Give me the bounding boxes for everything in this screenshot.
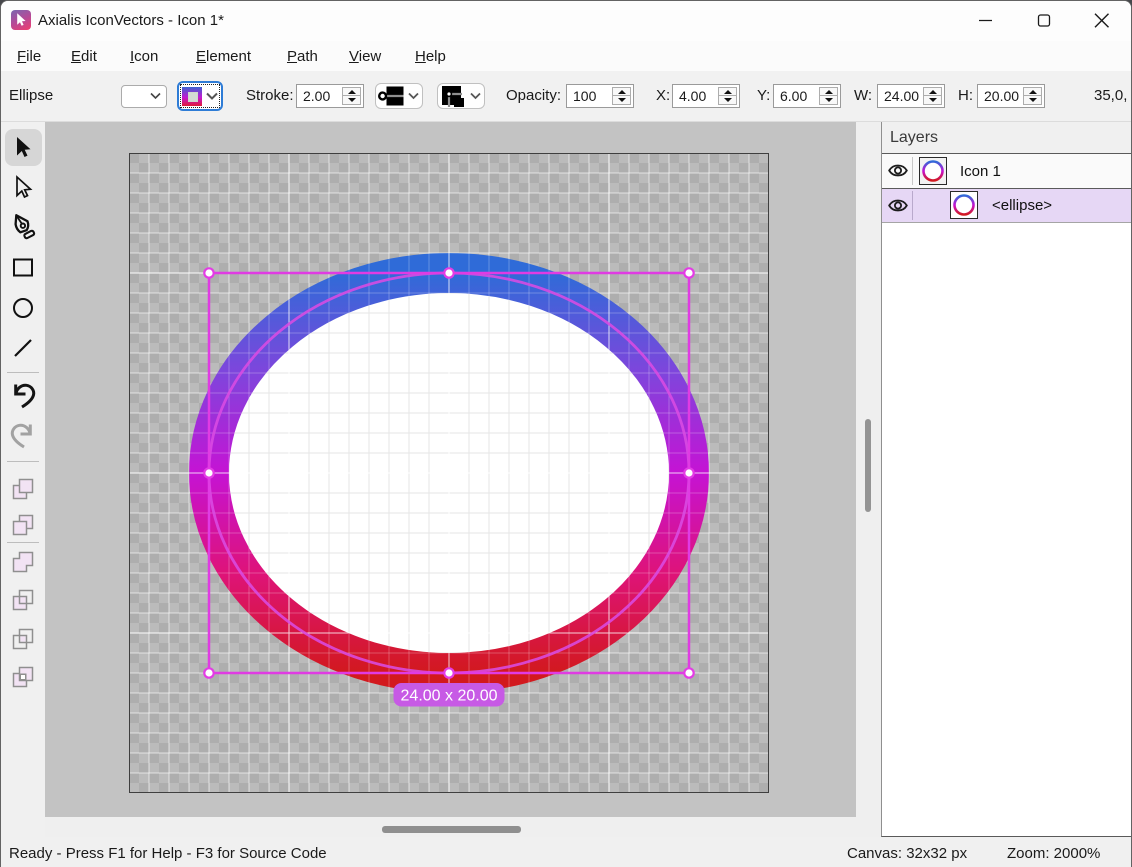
svg-text:24.00 x 20.00: 24.00 x 20.00: [401, 688, 498, 705]
